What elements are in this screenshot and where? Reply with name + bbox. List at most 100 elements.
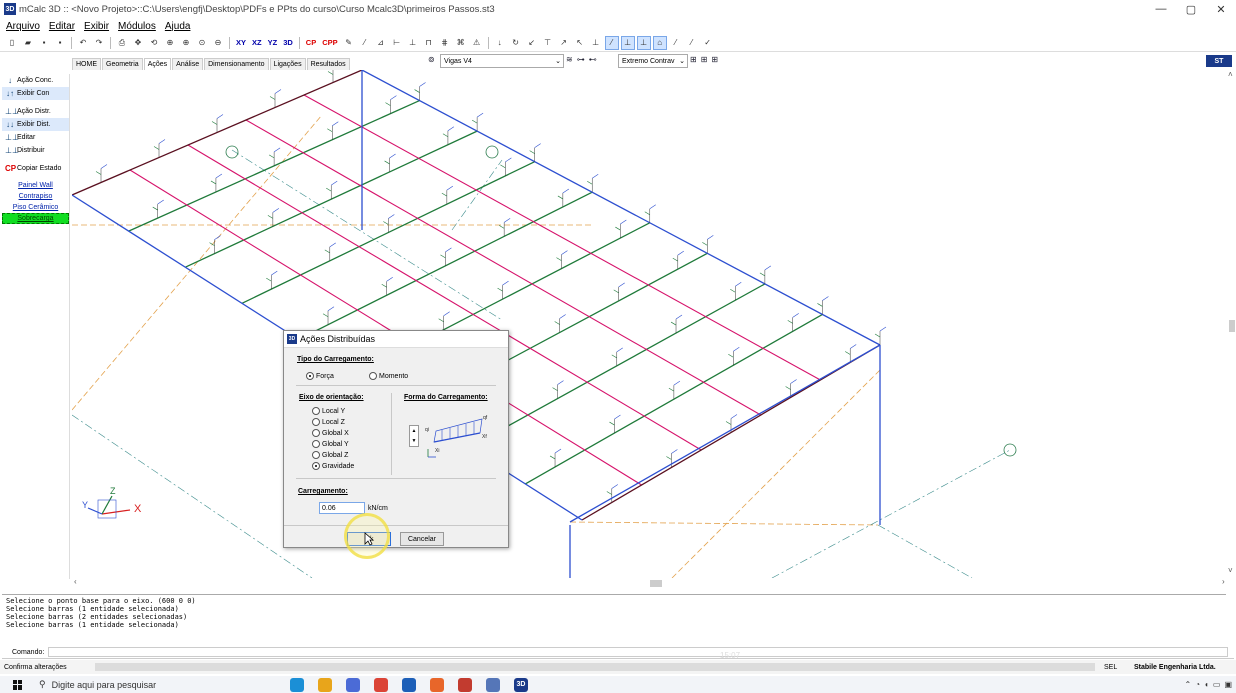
result-n-icon[interactable]: ⊞ — [690, 55, 697, 64]
app7-icon[interactable] — [458, 677, 472, 692]
print-icon[interactable]: ⎙ — [115, 36, 129, 50]
office-app-icon[interactable] — [430, 677, 444, 692]
vertical-scrollbar[interactable]: ˄ ˅ — [1228, 70, 1236, 578]
tab-acoes[interactable]: Ações — [143, 58, 172, 70]
radio-forca[interactable]: Força — [306, 372, 334, 380]
load-dist-icon[interactable]: ⊥ — [589, 36, 603, 50]
tab-analise[interactable]: Análise — [172, 58, 204, 70]
menu-ajuda[interactable]: Ajuda — [165, 21, 191, 32]
beam-props-icon[interactable]: ⊷ — [589, 55, 597, 64]
link-piso-ceramico[interactable]: Piso Cerâmico — [2, 202, 69, 213]
tab-resultados[interactable]: Resultados — [306, 58, 350, 70]
view-yz-button[interactable]: YZ — [266, 36, 280, 50]
edge-app-icon[interactable] — [290, 677, 304, 692]
acao-distr-button[interactable]: ⊥⊥ Ação Distr. — [2, 105, 69, 118]
support-icon[interactable]: ⊥ — [406, 36, 420, 50]
horizontal-scrollbar[interactable]: ‹ › — [72, 577, 1232, 588]
cpp-button[interactable]: CPP — [320, 36, 339, 50]
member-tool-icon[interactable]: ⁄ — [604, 35, 619, 50]
tray-notification-icon[interactable]: ▣ — [1224, 680, 1232, 689]
model-viewport[interactable]: X Y Z — [72, 70, 1232, 578]
load-rot-icon[interactable]: ↖ — [573, 36, 587, 50]
link-painel-wall[interactable]: Painel Wall — [2, 180, 69, 191]
load-moment-icon[interactable]: ↻ — [509, 36, 523, 50]
check-icon[interactable]: ✓ — [701, 36, 715, 50]
spin-down-icon[interactable]: ▼ — [412, 438, 417, 444]
new-file-icon[interactable]: ▯ — [5, 36, 19, 50]
mcalc3d-app-icon[interactable]: 3D — [514, 677, 528, 692]
load-angle-icon[interactable]: ↙ — [525, 36, 539, 50]
load-local-icon[interactable]: ⊥ — [636, 35, 651, 50]
outlook-app-icon[interactable] — [402, 677, 416, 692]
beam-tool-icon[interactable]: ≋ — [566, 55, 573, 64]
menu-modulos[interactable]: Módulos — [118, 21, 156, 32]
save-icon[interactable]: ▪ — [37, 36, 51, 50]
zoom-in-icon[interactable]: ⊕ — [179, 36, 193, 50]
tab-geometria[interactable]: Geometria — [102, 58, 143, 70]
editar-button[interactable]: ⊥⊥ Editar — [2, 131, 69, 144]
command-input[interactable] — [48, 647, 1229, 657]
distribuir-button[interactable]: ⊥⊥ Distribuir — [2, 144, 69, 157]
tab-ligacoes[interactable]: Ligações — [269, 58, 306, 70]
app8-icon[interactable] — [486, 677, 500, 692]
result-m-icon[interactable]: ⊞ — [711, 55, 718, 64]
link-sobrecarga[interactable]: Sobrecarga — [2, 213, 69, 224]
rotate-icon[interactable]: ⟲ — [147, 36, 161, 50]
radio-global-z[interactable]: Global Z — [312, 451, 348, 459]
tray-chevron-icon[interactable]: ⌃ — [1184, 680, 1191, 689]
menu-exibir[interactable]: Exibir — [84, 21, 109, 32]
open-folder-icon[interactable]: ▰ — [21, 36, 35, 50]
view-3d-button[interactable]: 3D — [281, 36, 295, 50]
slash-alt-icon[interactable]: ⁄ — [685, 36, 699, 50]
redo-icon[interactable]: ↷ — [92, 36, 106, 50]
load-point-icon[interactable]: ↓ — [493, 36, 507, 50]
load-node-icon[interactable]: ↗ — [557, 36, 571, 50]
profile-filter-icon[interactable]: ⊚ — [428, 55, 435, 64]
zoom-out-icon[interactable]: ⊖ — [211, 36, 225, 50]
radio-momento[interactable]: Momento — [369, 372, 408, 380]
taskbar-search[interactable]: ⚲ Digite aqui para pesquisar — [33, 676, 243, 693]
menu-editar[interactable]: Editar — [49, 21, 75, 32]
exibir-con-button[interactable]: ↓↑ Exibir Con — [2, 87, 69, 100]
node-icon[interactable]: ⌘ — [454, 36, 468, 50]
spin-up-icon[interactable]: ▲ — [412, 428, 417, 434]
cancel-button[interactable]: Cancelar — [400, 532, 444, 546]
beam-edit-icon[interactable]: ⊶ — [577, 55, 585, 64]
structure-model[interactable]: X Y Z — [72, 70, 1232, 578]
view-xz-button[interactable]: XZ — [250, 36, 264, 50]
radio-gravidade[interactable]: Gravidade — [312, 462, 354, 470]
minimize-button[interactable]: — — [1146, 0, 1176, 18]
scroll-left-icon[interactable]: ‹ — [74, 577, 77, 586]
scroll-right-icon[interactable]: › — [1222, 577, 1225, 586]
view-xy-button[interactable]: XY — [234, 36, 248, 50]
dimension-icon[interactable]: ⊢ — [390, 36, 404, 50]
scroll-down-icon[interactable]: ˅ — [1228, 566, 1233, 575]
tray-battery-icon[interactable]: ▭ — [1213, 680, 1221, 689]
zoom-window-icon[interactable]: ⊕ — [163, 36, 177, 50]
radio-global-x[interactable]: Global X — [312, 429, 349, 437]
store-app-icon[interactable] — [346, 677, 360, 692]
maximize-button[interactable]: ▢ — [1176, 0, 1206, 18]
acao-conc-button[interactable]: ↓ Ação Conc. — [2, 74, 69, 87]
warning-icon[interactable]: ⚠ — [470, 36, 484, 50]
windows-start-icon[interactable] — [13, 679, 23, 690]
scroll-thumb[interactable] — [650, 580, 662, 587]
link-contrapiso[interactable]: Contrapiso — [2, 191, 69, 202]
scroll-up-icon[interactable]: ˄ — [1228, 70, 1233, 79]
result-combo[interactable]: Extremo Contrav ⌄ — [618, 54, 688, 68]
radio-global-y[interactable]: Global Y — [312, 440, 349, 448]
carregamento-input[interactable]: 0.06 — [319, 502, 365, 514]
dialog-title-bar[interactable]: 3D Ações Distribuídas — [284, 331, 508, 348]
save-as-icon[interactable]: ▪ — [53, 36, 67, 50]
tab-dimensionamento[interactable]: Dimensionamento — [204, 58, 269, 70]
scroll-thumb[interactable] — [1229, 320, 1235, 332]
tray-network-icon[interactable]: ◔ — [1195, 680, 1200, 689]
line-icon[interactable]: ⁄ — [358, 36, 372, 50]
shape-spinner[interactable]: ▲ ▼ — [409, 425, 419, 447]
undo-icon[interactable]: ↶ — [76, 36, 90, 50]
tray-speaker-icon[interactable]: ◖ — [1204, 680, 1209, 689]
grid-icon[interactable]: ⋕ — [438, 36, 452, 50]
load-beam-icon[interactable]: ⊤ — [541, 36, 555, 50]
house-icon[interactable]: ⌂ — [652, 35, 667, 50]
pencil-icon[interactable]: ✎ — [342, 36, 356, 50]
